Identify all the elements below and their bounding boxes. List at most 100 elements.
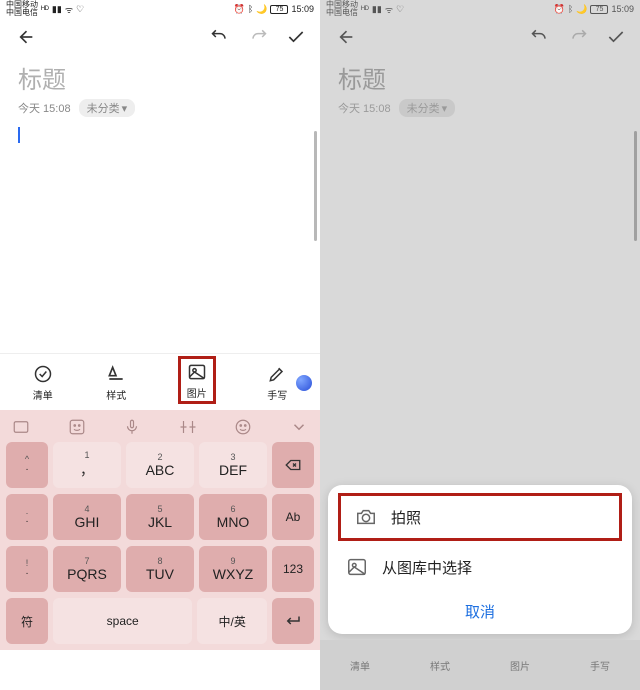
redo-button[interactable]: [568, 27, 588, 47]
key-123[interactable]: 123: [272, 546, 314, 592]
undo-button[interactable]: [210, 27, 230, 47]
note-meta: 今天 15:08 未分类▾: [320, 97, 640, 123]
note-title-input[interactable]: 标题: [0, 56, 320, 97]
enter-icon: [284, 612, 302, 630]
keyboard: ^· 1， 2ABC 3DEF .· 4GHI 5JKL 6MNO Ab !· …: [0, 410, 320, 650]
handwrite-button: 手写: [590, 658, 610, 673]
bluetooth-icon: ᛒ: [568, 4, 573, 14]
clock: 15:09: [291, 4, 314, 14]
checklist-icon: [33, 364, 53, 384]
key-period[interactable]: .·: [6, 494, 48, 540]
back-arrow-icon: [14, 27, 34, 47]
undo-button[interactable]: [530, 27, 550, 47]
key-pqrs[interactable]: 7PQRS: [53, 546, 121, 592]
signal-icon: ▮▮: [52, 4, 62, 15]
style-button: 样式: [430, 658, 450, 673]
battery-icon: 75: [590, 5, 608, 14]
back-button[interactable]: [334, 27, 354, 47]
style-icon: [106, 364, 126, 384]
back-arrow-icon: [334, 27, 354, 47]
chevron-down-icon: ▾: [122, 102, 128, 115]
key-1[interactable]: 1，: [53, 442, 121, 488]
editor-toolbar: 清单 样式 图片 手写: [0, 353, 320, 410]
status-bar: 中国移动 中国电信 ᴴᴰ ▮▮ ᯤ ♡ ⏰ ᛒ 🌙 75 15:09: [320, 0, 640, 18]
style-button[interactable]: 样式: [106, 364, 126, 402]
chevron-down-icon: ▾: [442, 102, 448, 115]
alarm-icon: ⏰: [554, 4, 565, 15]
alarm-icon: ⏰: [234, 4, 245, 15]
cancel-button[interactable]: 取消: [328, 591, 632, 624]
checklist-button[interactable]: 清单: [33, 364, 53, 402]
keyboard-theme-icon[interactable]: [296, 375, 312, 391]
wifi-icon: ᯤ: [385, 3, 393, 16]
key-abc[interactable]: 2ABC: [126, 442, 194, 488]
note-timestamp: 今天 15:08: [18, 100, 71, 116]
undo-icon: [530, 27, 550, 47]
key-punct-caret[interactable]: ^·: [6, 442, 48, 488]
key-mno[interactable]: 6MNO: [199, 494, 267, 540]
key-enter[interactable]: [272, 598, 314, 644]
back-button[interactable]: [14, 27, 34, 47]
kb-voice-button[interactable]: [123, 418, 141, 436]
note-body[interactable]: [0, 123, 320, 353]
keyboard-function-row: [6, 416, 314, 436]
category-chip[interactable]: 未分类▾: [399, 99, 456, 117]
key-jkl[interactable]: 5JKL: [126, 494, 194, 540]
heart-icon: ♡: [396, 4, 404, 15]
kb-clipboard-button[interactable]: [179, 418, 197, 436]
redo-icon: [568, 27, 588, 47]
bluetooth-icon: ᛒ: [248, 4, 253, 14]
key-wxyz[interactable]: 9WXYZ: [199, 546, 267, 592]
kb-emoji-button[interactable]: [68, 418, 86, 436]
carrier-2: 中国电信: [326, 9, 358, 17]
note-body: [320, 123, 640, 353]
key-space[interactable]: space: [53, 598, 192, 644]
done-button[interactable]: [606, 27, 626, 47]
screenshot-right: 中国移动 中国电信 ᴴᴰ ▮▮ ᯤ ♡ ⏰ ᛒ 🌙 75 15:09 标题 今天…: [320, 0, 640, 690]
key-symbol[interactable]: 符: [6, 598, 48, 644]
nav-bar: [320, 18, 640, 56]
redo-icon: [248, 27, 268, 47]
redo-button[interactable]: [248, 27, 268, 47]
image-icon: [187, 362, 207, 382]
dnd-icon: 🌙: [256, 4, 267, 15]
handwrite-button[interactable]: 手写: [267, 364, 287, 402]
scrollbar[interactable]: [634, 131, 637, 241]
check-icon: [286, 27, 306, 47]
scrollbar[interactable]: [314, 131, 317, 241]
take-photo-option[interactable]: 拍照: [338, 493, 622, 541]
category-chip[interactable]: 未分类▾: [79, 99, 136, 117]
kb-settings-button[interactable]: [12, 418, 30, 436]
note-timestamp: 今天 15:08: [338, 100, 391, 116]
key-exclaim[interactable]: !·: [6, 546, 48, 592]
key-ghi[interactable]: 4GHI: [53, 494, 121, 540]
key-ab[interactable]: Ab: [272, 494, 314, 540]
nav-bar: [0, 18, 320, 56]
kb-collapse-button[interactable]: [290, 418, 308, 436]
dnd-icon: 🌙: [576, 4, 587, 15]
hd-icon: ᴴᴰ: [41, 4, 49, 14]
done-button[interactable]: [286, 27, 306, 47]
clock: 15:09: [611, 4, 634, 14]
image-source-sheet: 拍照 从图库中选择 取消: [328, 485, 632, 634]
gallery-icon: [346, 556, 368, 578]
key-def[interactable]: 3DEF: [199, 442, 267, 488]
battery-icon: 75: [270, 5, 288, 14]
signal-icon: ▮▮: [372, 4, 382, 15]
checklist-button: 清单: [350, 658, 370, 673]
check-icon: [606, 27, 626, 47]
screenshot-left: 中国移动 中国电信 ᴴᴰ ▮▮ ᯤ ♡ ⏰ ᛒ 🌙 75 15:09 标题 今天…: [0, 0, 320, 690]
undo-icon: [210, 27, 230, 47]
image-button[interactable]: 图片: [178, 356, 216, 404]
carrier-2: 中国电信: [6, 9, 38, 17]
note-title-input[interactable]: 标题: [320, 56, 640, 97]
key-lang[interactable]: 中/英: [197, 598, 267, 644]
editor-toolbar-dimmed: 清单 样式 图片 手写: [320, 640, 640, 690]
camera-icon: [355, 506, 377, 528]
status-bar: 中国移动 中国电信 ᴴᴰ ▮▮ ᯤ ♡ ⏰ ᛒ 🌙 75 15:09: [0, 0, 320, 18]
key-backspace[interactable]: [272, 442, 314, 488]
image-button: 图片: [510, 658, 530, 673]
key-tuv[interactable]: 8TUV: [126, 546, 194, 592]
from-gallery-option[interactable]: 从图库中选择: [328, 543, 632, 591]
kb-smiley-button[interactable]: [234, 418, 252, 436]
